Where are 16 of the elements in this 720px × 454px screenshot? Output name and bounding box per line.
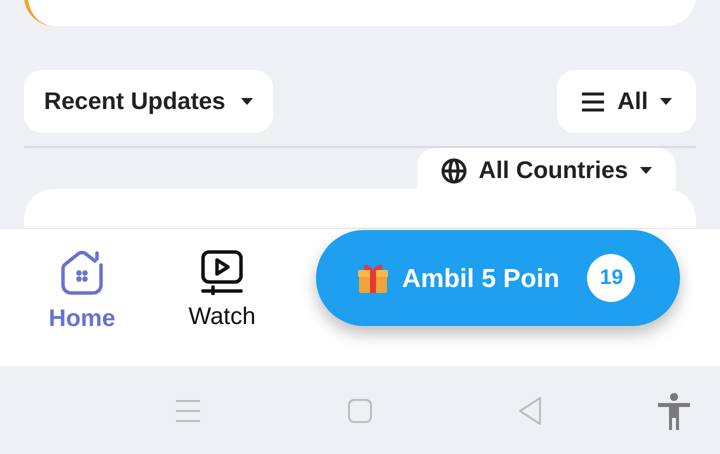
caret-icon: [640, 167, 652, 174]
home-square-icon[interactable]: [347, 398, 373, 424]
country-dropdown[interactable]: All Countries: [416, 148, 676, 189]
video-player-icon: [199, 249, 245, 295]
nav-tab[interactable]: Watch: [152, 229, 292, 366]
sort-dropdown[interactable]: Recent Updates: [24, 70, 274, 133]
accessibility-icon[interactable]: [656, 392, 692, 430]
caret-icon: [241, 98, 254, 105]
globe-icon: [440, 158, 467, 184]
back-icon[interactable]: [517, 396, 543, 426]
menu-icon: [581, 92, 606, 112]
type-dropdown[interactable]: All: [557, 70, 696, 133]
count-badge: 19: [587, 254, 636, 302]
nav-tab[interactable]: Home: [12, 229, 152, 366]
recent-apps-icon[interactable]: [175, 399, 201, 423]
caret-icon: [660, 98, 672, 105]
